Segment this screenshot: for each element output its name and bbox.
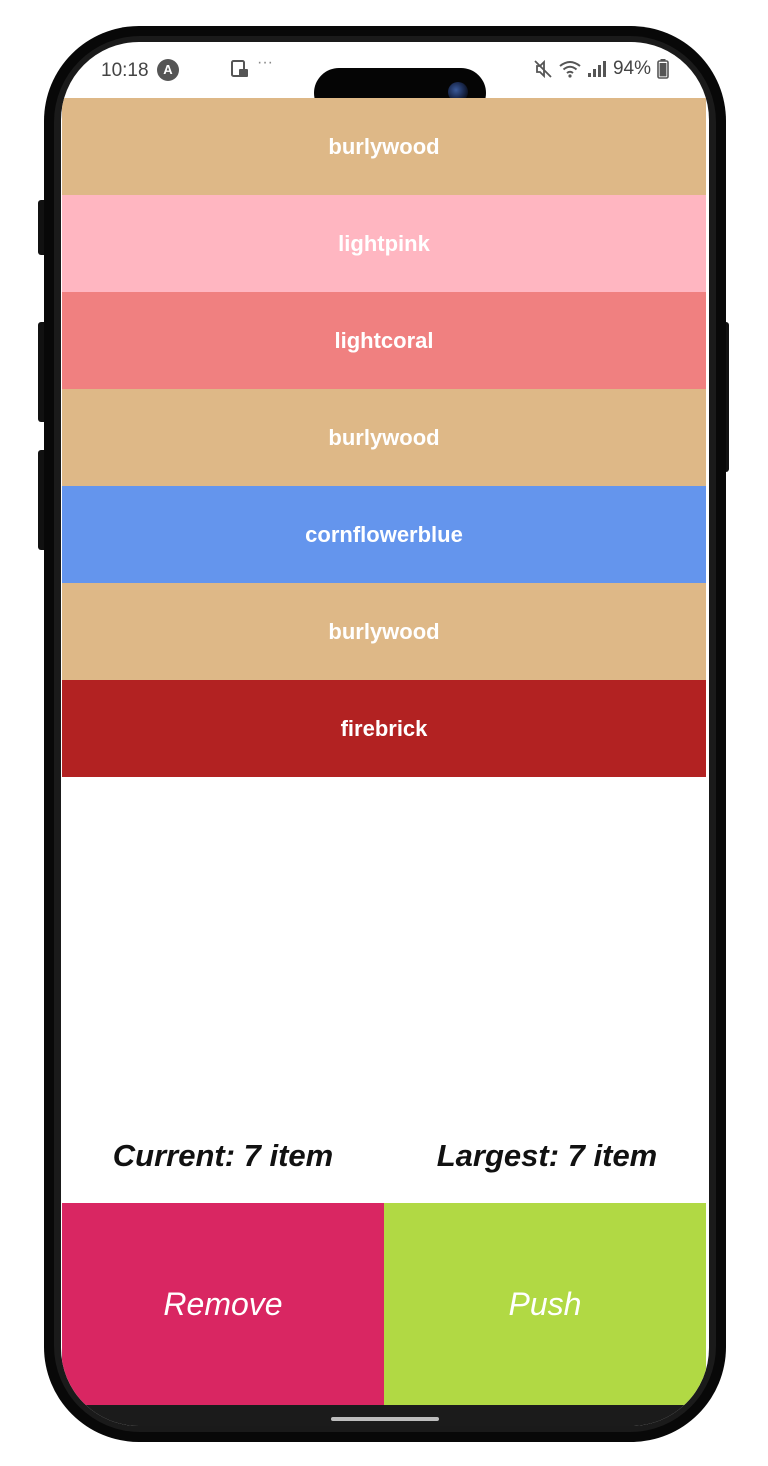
status-icons: 94% (533, 58, 669, 80)
status-time: 10:18 (101, 60, 149, 81)
cast-icon (231, 60, 248, 77)
battery-icon (657, 59, 669, 79)
list-item: lightpink (62, 195, 706, 292)
device-stage: 10:18 A ··· 94% burlywood lightpink ligh… (0, 0, 768, 1466)
list-item: lightcoral (62, 292, 706, 389)
phone-screen: 10:18 A ··· 94% burlywood lightpink ligh… (61, 42, 709, 1426)
list-item: burlywood (62, 98, 706, 195)
battery-percent: 94% (612, 58, 651, 79)
largest-count-label: Largest: 7 item (436, 1138, 658, 1173)
home-indicator[interactable] (331, 1417, 439, 1421)
item-counters: Current: 7 item Largest: 7 item (61, 1138, 709, 1178)
mute-icon (534, 59, 552, 79)
list-item: cornflowerblue (62, 486, 706, 583)
list-item: firebrick (62, 680, 706, 777)
push-button[interactable]: Push (384, 1203, 706, 1405)
wifi-icon (559, 61, 581, 78)
phone-frame: 10:18 A ··· 94% burlywood lightpink ligh… (44, 26, 726, 1442)
navigation-bar (61, 1405, 709, 1426)
status-overflow-dots: ··· (257, 54, 273, 71)
remove-button[interactable]: Remove (62, 1203, 384, 1405)
list-item: burlywood (62, 389, 706, 486)
app-notification-icon: A (157, 59, 179, 81)
color-list: burlywood lightpink lightcoral burlywood… (62, 98, 706, 777)
signal-icon (587, 61, 606, 77)
action-buttons: Remove Push (62, 1203, 706, 1405)
list-item: burlywood (62, 583, 706, 680)
current-count-label: Current: 7 item (112, 1138, 334, 1173)
